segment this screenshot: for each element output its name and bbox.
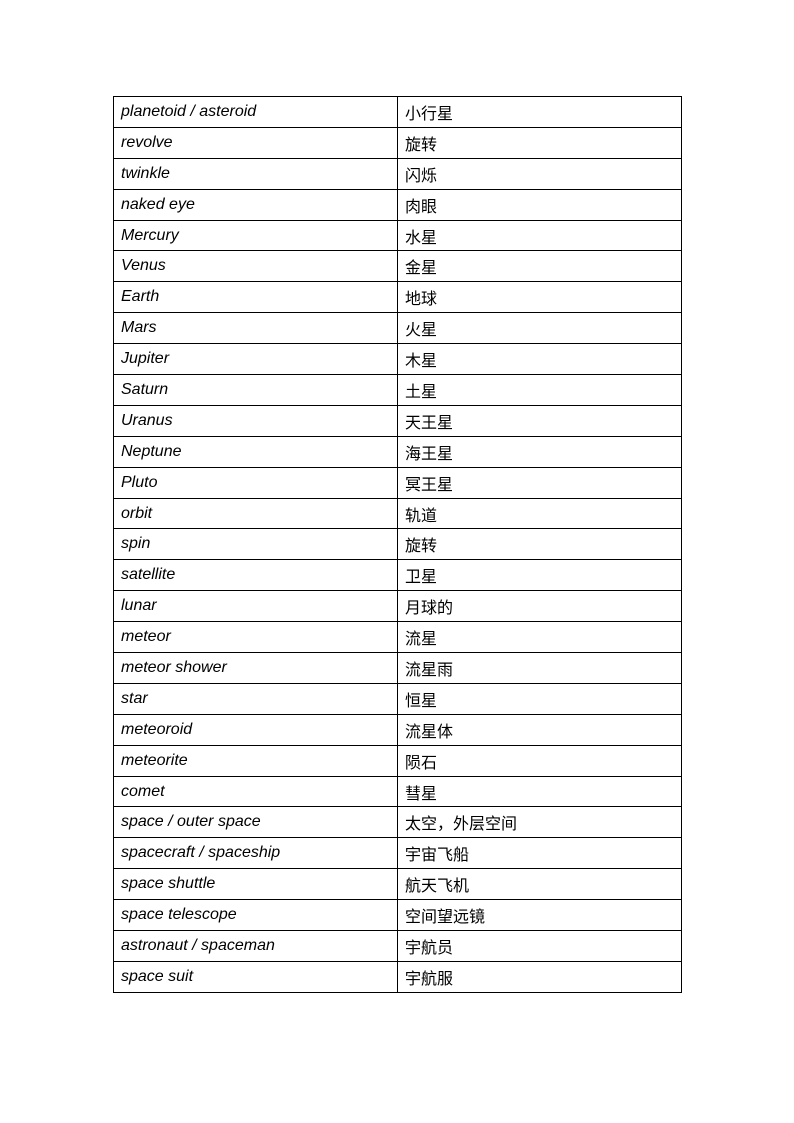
chinese-translation-cell: 闪烁	[397, 157, 682, 190]
english-term-cell: spacecraft / spaceship	[113, 837, 398, 870]
english-term-cell: space suit	[113, 960, 398, 993]
vocabulary-table-body: planetoid / asteroid 小行星 revolve 旋转 twinkle 闪…	[113, 96, 682, 993]
english-term-cell: spin	[113, 528, 398, 561]
table-row: Jupiter 木星	[113, 343, 682, 376]
table-row: Pluto 冥王星	[113, 466, 682, 499]
english-term-cell: Mercury	[113, 219, 398, 252]
chinese-translation-cell: 陨石	[397, 744, 682, 777]
english-term-cell: astronaut / spaceman	[113, 930, 398, 962]
chinese-translation-cell: 轨道	[397, 497, 682, 530]
table-row: naked eye 肉眼	[113, 188, 682, 221]
english-term-cell: meteorite	[113, 744, 398, 777]
chinese-translation-cell: 天王星	[397, 404, 682, 437]
table-row: star 恒星	[113, 682, 682, 715]
chinese-translation-cell: 航天飞机	[397, 868, 682, 901]
table-row: space shuttle 航天飞机	[113, 868, 682, 901]
english-term-cell: Pluto	[113, 466, 398, 499]
table-row: orbit 轨道	[113, 497, 682, 530]
table-row: spacecraft / spaceship 宇宙飞船	[113, 837, 682, 870]
chinese-translation-cell: 水星	[397, 219, 682, 252]
chinese-translation-cell: 流星体	[397, 713, 682, 746]
table-row: spin 旋转	[113, 528, 682, 561]
chinese-translation-cell: 旋转	[397, 126, 682, 159]
english-term-cell: star	[113, 682, 398, 715]
chinese-translation-cell: 旋转	[397, 528, 682, 561]
english-term-cell: Saturn	[113, 374, 398, 406]
chinese-translation-cell: 冥王星	[397, 466, 682, 499]
table-row: comet 彗星	[113, 775, 682, 808]
english-term-cell: space / outer space	[113, 806, 398, 839]
chinese-translation-cell: 恒星	[397, 682, 682, 715]
table-row: meteoroid 流星体	[113, 713, 682, 746]
chinese-translation-cell: 火星	[397, 312, 682, 345]
table-row: Mercury 水星	[113, 219, 682, 252]
chinese-translation-cell: 肉眼	[397, 188, 682, 221]
table-row: revolve 旋转	[113, 126, 682, 159]
chinese-translation-cell: 小行星	[397, 96, 682, 128]
vocabulary-table: planetoid / asteroid 小行星 revolve 旋转 twinkle 闪…	[113, 96, 682, 993]
english-term-cell: orbit	[113, 497, 398, 530]
table-row: meteor 流星	[113, 621, 682, 654]
english-term-cell: Mars	[113, 312, 398, 345]
english-term-cell: space shuttle	[113, 868, 398, 901]
chinese-translation-cell: 流星雨	[397, 652, 682, 684]
english-term-cell: comet	[113, 775, 398, 808]
chinese-translation-cell: 宇宙飞船	[397, 837, 682, 870]
table-row: Earth 地球	[113, 281, 682, 314]
chinese-translation-cell: 土星	[397, 374, 682, 406]
english-term-cell: space telescope	[113, 899, 398, 932]
table-row: meteor shower 流星雨	[113, 652, 682, 684]
table-row: Saturn 土星	[113, 374, 682, 406]
table-row: satellite 卫星	[113, 559, 682, 592]
table-row: Mars 火星	[113, 312, 682, 345]
table-row: Venus 金星	[113, 250, 682, 283]
table-row: Uranus 天王星	[113, 404, 682, 437]
english-term-cell: lunar	[113, 590, 398, 623]
chinese-translation-cell: 太空，外层空间	[397, 806, 682, 839]
english-term-cell: meteoroid	[113, 713, 398, 746]
english-term-cell: satellite	[113, 559, 398, 592]
english-term-cell: naked eye	[113, 188, 398, 221]
table-row: meteorite 陨石	[113, 744, 682, 777]
english-term-cell: Neptune	[113, 435, 398, 468]
table-row: planetoid / asteroid 小行星	[113, 96, 682, 128]
english-term-cell: Venus	[113, 250, 398, 283]
document-page: planetoid / asteroid 小行星 revolve 旋转 twinkle 闪…	[0, 0, 794, 1123]
table-row: space / outer space 太空，外层空间	[113, 806, 682, 839]
english-term-cell: meteor	[113, 621, 398, 654]
table-row: Neptune 海王星	[113, 435, 682, 468]
table-row: lunar 月球的	[113, 590, 682, 623]
table-row: twinkle 闪烁	[113, 157, 682, 190]
table-row: space suit 宇航服	[113, 960, 682, 993]
chinese-translation-cell: 木星	[397, 343, 682, 376]
table-row: space telescope 空间望远镜	[113, 899, 682, 932]
chinese-translation-cell: 彗星	[397, 775, 682, 808]
chinese-translation-cell: 地球	[397, 281, 682, 314]
chinese-translation-cell: 月球的	[397, 590, 682, 623]
chinese-translation-cell: 空间望远镜	[397, 899, 682, 932]
english-term-cell: planetoid / asteroid	[113, 96, 398, 128]
chinese-translation-cell: 卫星	[397, 559, 682, 592]
english-term-cell: Earth	[113, 281, 398, 314]
chinese-translation-cell: 金星	[397, 250, 682, 283]
chinese-translation-cell: 宇航员	[397, 930, 682, 962]
chinese-translation-cell: 海王星	[397, 435, 682, 468]
english-term-cell: twinkle	[113, 157, 398, 190]
english-term-cell: revolve	[113, 126, 398, 159]
english-term-cell: meteor shower	[113, 652, 398, 684]
chinese-translation-cell: 流星	[397, 621, 682, 654]
english-term-cell: Uranus	[113, 404, 398, 437]
table-row: astronaut / spaceman 宇航员	[113, 930, 682, 962]
chinese-translation-cell: 宇航服	[397, 960, 682, 993]
english-term-cell: Jupiter	[113, 343, 398, 376]
